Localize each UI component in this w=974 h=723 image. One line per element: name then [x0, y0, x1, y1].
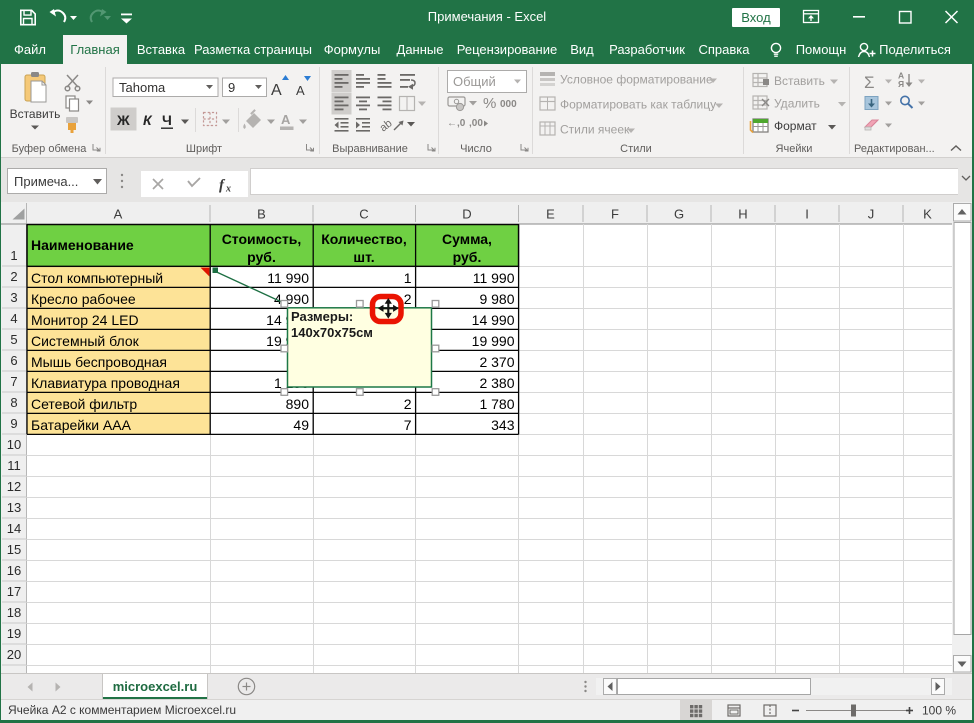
- svg-text:Шрифт: Шрифт: [186, 143, 222, 155]
- svg-text:Удалить: Удалить: [774, 97, 820, 111]
- svg-text:ab: ab: [378, 117, 395, 134]
- svg-text:890: 890: [286, 396, 310, 412]
- svg-text:11: 11: [7, 458, 21, 473]
- svg-text:Tahoma: Tahoma: [119, 80, 166, 95]
- svg-text:11 990: 11 990: [473, 270, 515, 286]
- svg-text:Я: Я: [898, 79, 904, 89]
- svg-text:руб.: руб.: [247, 249, 276, 265]
- svg-text:9: 9: [228, 80, 235, 95]
- svg-text:140х70х75см: 140х70х75см: [291, 325, 373, 340]
- svg-text:Условное форматирование: Условное форматирование: [560, 73, 713, 87]
- svg-text:Количество,: Количество,: [321, 231, 406, 247]
- svg-text:Редактирован...: Редактирован...: [854, 143, 935, 155]
- svg-text:J: J: [868, 207, 875, 222]
- svg-text:B: B: [257, 207, 266, 222]
- svg-text:12: 12: [7, 479, 21, 494]
- svg-text:Ж: Ж: [116, 112, 130, 128]
- svg-text:К: К: [143, 112, 153, 128]
- svg-text:А: А: [281, 112, 291, 127]
- svg-text:Стили ячеек: Стили ячеек: [560, 123, 630, 137]
- svg-text:E: E: [546, 207, 555, 222]
- svg-text:17: 17: [7, 584, 21, 599]
- svg-text:20: 20: [7, 647, 21, 662]
- svg-text:3: 3: [10, 290, 17, 305]
- svg-text:Ячейки: Ячейки: [776, 143, 813, 155]
- svg-text:Сумма,: Сумма,: [442, 231, 492, 247]
- svg-text:Общий: Общий: [453, 74, 496, 89]
- svg-text:5: 5: [10, 332, 17, 347]
- svg-text:Ч: Ч: [162, 112, 172, 128]
- svg-text:Сетевой фильтр: Сетевой фильтр: [31, 396, 137, 412]
- svg-text:G: G: [674, 207, 684, 222]
- svg-text:4 990: 4 990: [274, 291, 309, 307]
- svg-text:1: 1: [404, 270, 412, 286]
- svg-text:000: 000: [500, 99, 517, 110]
- svg-text:19 990: 19 990: [472, 333, 515, 349]
- svg-text:13: 13: [7, 500, 21, 515]
- svg-text:16: 16: [7, 563, 21, 578]
- svg-text:14: 14: [7, 521, 21, 536]
- svg-text:11 990: 11 990: [267, 270, 309, 286]
- svg-text:4: 4: [10, 311, 17, 326]
- svg-text:19: 19: [7, 626, 21, 641]
- svg-text:K: K: [923, 207, 932, 222]
- svg-text:6: 6: [10, 353, 17, 368]
- svg-text:C: C: [359, 207, 368, 222]
- svg-text:10: 10: [7, 437, 21, 452]
- svg-text:руб.: руб.: [453, 249, 482, 265]
- svg-text:7: 7: [404, 417, 412, 433]
- svg-text:Стол компьютерный: Стол компьютерный: [31, 270, 163, 286]
- svg-text:343: 343: [491, 417, 515, 433]
- svg-text:Форматировать как таблицу: Форматировать как таблицу: [560, 98, 716, 112]
- svg-text:Кресло рабочее: Кресло рабочее: [31, 291, 136, 307]
- svg-text:x: x: [225, 184, 231, 195]
- svg-text:I: I: [805, 207, 809, 222]
- svg-text:2: 2: [404, 396, 412, 412]
- svg-text:Наименование: Наименование: [31, 237, 134, 253]
- svg-text:100 %: 100 %: [922, 704, 956, 718]
- svg-text:Число: Число: [460, 143, 492, 155]
- svg-text:Вставить: Вставить: [774, 74, 825, 88]
- svg-text:18: 18: [7, 605, 21, 620]
- svg-text:F: F: [611, 207, 619, 222]
- svg-text:7: 7: [10, 374, 17, 389]
- svg-text:Размеры:: Размеры:: [291, 309, 353, 324]
- svg-text:Вставить: Вставить: [10, 107, 61, 121]
- svg-text:2 380: 2 380: [479, 375, 514, 391]
- svg-text:9 980: 9 980: [479, 291, 514, 307]
- svg-text:Формат: Формат: [774, 119, 817, 133]
- svg-text:D: D: [462, 207, 471, 222]
- svg-text:1 780: 1 780: [479, 396, 514, 412]
- svg-text:Выравнивание: Выравнивание: [332, 143, 408, 155]
- svg-text:2: 2: [404, 291, 412, 307]
- svg-text:Клавиатура проводная: Клавиатура проводная: [31, 375, 180, 391]
- svg-text:A: A: [114, 207, 123, 222]
- svg-text:Стоимость,: Стоимость,: [222, 231, 302, 247]
- svg-text:14 990: 14 990: [472, 312, 515, 328]
- svg-text:2: 2: [10, 269, 17, 284]
- svg-text:Системный блок: Системный блок: [31, 333, 140, 349]
- svg-text:Σ: Σ: [864, 73, 875, 92]
- svg-text:А: А: [271, 82, 282, 99]
- svg-text:49: 49: [293, 417, 309, 433]
- svg-text:8: 8: [10, 395, 17, 410]
- svg-text:f: f: [219, 178, 226, 194]
- svg-text:%: %: [483, 95, 496, 112]
- svg-text:Мышь беспроводная: Мышь беспроводная: [31, 354, 167, 370]
- svg-text:9: 9: [10, 416, 17, 431]
- svg-text:Батарейки ААА: Батарейки ААА: [31, 417, 132, 433]
- svg-text:H: H: [738, 207, 747, 222]
- svg-text:15: 15: [7, 542, 21, 557]
- svg-text:1: 1: [10, 248, 17, 263]
- svg-text:шт.: шт.: [353, 249, 374, 265]
- svg-text:,00: ,00: [469, 118, 483, 129]
- svg-text:Монитор 24 LED: Монитор 24 LED: [31, 312, 139, 328]
- svg-text:Буфер обмена: Буфер обмена: [12, 143, 88, 155]
- svg-text:2 370: 2 370: [479, 354, 514, 370]
- svg-text:←,0: ←,0: [447, 118, 466, 129]
- svg-text:А: А: [296, 83, 305, 98]
- svg-text:Стили: Стили: [620, 143, 652, 155]
